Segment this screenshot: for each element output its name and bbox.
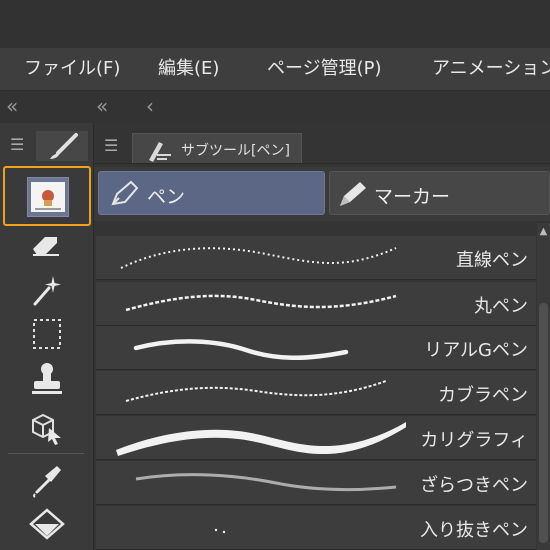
pen-nib-icon xyxy=(111,180,139,206)
menu-bar: ファイル(F) 編集(E) ページ管理(P) アニメーション( xyxy=(0,48,550,91)
scroll-thumb[interactable] xyxy=(539,303,548,543)
selection-tool[interactable] xyxy=(0,312,93,356)
subtool-list: 直線ペン 丸ペン リアルGペン カブラペン カリグラフィ ざらつきペン 入り抜き… xyxy=(94,226,537,550)
panel-collapse-row: « « ‹ xyxy=(0,91,550,123)
eyedropper-tool[interactable] xyxy=(0,458,93,502)
subtool-tab-row: ☰ サブツール[ペン] xyxy=(94,123,550,164)
stroke-preview xyxy=(133,339,349,361)
brush-icon xyxy=(50,133,78,159)
stroke-preview xyxy=(120,247,397,269)
title-bar xyxy=(0,0,550,48)
selected-tool-pen[interactable] xyxy=(3,166,91,226)
stamp-tool[interactable] xyxy=(0,356,93,400)
subtool-name: 丸ペン xyxy=(474,296,528,317)
subtool-group-row: ペン マーカー xyxy=(94,167,550,221)
subtool-name: 入り抜きペン xyxy=(420,520,528,541)
auto-select-wand-icon xyxy=(33,276,61,306)
subtool-panel: ☰ サブツール[ペン] ペン マーカー 直線ペン 丸ペン リアルGペン カブラペ… xyxy=(94,123,550,550)
subtool-name: 直線ペン xyxy=(456,250,528,271)
panel-menu-icon[interactable]: ☰ xyxy=(104,136,118,155)
selected-tool-inner xyxy=(27,177,69,217)
list-item[interactable]: リアルGペン xyxy=(96,326,536,370)
eraser-tool[interactable] xyxy=(0,222,93,266)
3d-object-operation-icon xyxy=(31,413,61,445)
back-chevron-icon[interactable]: ‹ xyxy=(146,95,154,117)
eyedropper-icon xyxy=(32,466,61,498)
scroll-up-icon[interactable]: ▲ xyxy=(538,225,549,239)
tab-subtool-pen[interactable]: サブツール[ペン] xyxy=(132,133,302,163)
tool-separator xyxy=(8,453,84,454)
menu-file[interactable]: ファイル(F) xyxy=(24,48,120,90)
stroke-preview xyxy=(125,380,387,402)
list-item[interactable]: 直線ペン xyxy=(96,236,536,280)
list-item[interactable]: ざらつきペン xyxy=(96,461,536,505)
stroke-preview xyxy=(135,473,397,492)
stroke-preview xyxy=(125,294,397,312)
selection-rect-icon xyxy=(32,319,61,349)
object-tool[interactable] xyxy=(0,406,93,450)
group-pen-button[interactable]: ペン xyxy=(98,171,325,215)
auto-select-tool[interactable] xyxy=(0,268,93,312)
tab-label: サブツール[ペン] xyxy=(181,143,290,159)
list-item[interactable]: 入り抜きペン xyxy=(96,506,536,550)
group-marker-label: マーカー xyxy=(374,186,451,208)
subtool-name: カリグラフィ xyxy=(420,430,528,451)
stroke-preview xyxy=(116,422,406,456)
subtool-name: カブラペン xyxy=(438,385,528,406)
subtool-name: リアルGペン xyxy=(424,340,528,361)
collapse-panel-icon[interactable]: « xyxy=(96,95,108,117)
menu-animation[interactable]: アニメーション( xyxy=(432,48,550,90)
stamp-icon xyxy=(31,363,62,394)
group-marker-button[interactable]: マーカー xyxy=(329,171,550,215)
fill-bucket-icon xyxy=(28,508,65,540)
collapse-left-icon[interactable]: « xyxy=(6,95,18,117)
subtool-name: ざらつきペン xyxy=(420,475,528,496)
pen-tab-icon xyxy=(149,142,171,162)
selected-tool-thumbnail xyxy=(31,182,65,212)
list-item[interactable]: カブラペン xyxy=(96,371,536,415)
stroke-preview xyxy=(214,528,226,534)
menu-icon[interactable]: ☰ xyxy=(10,135,24,154)
tool-palette-tab[interactable] xyxy=(36,131,88,161)
marker-icon xyxy=(340,182,366,206)
tool-palette-header: ☰ xyxy=(0,123,93,161)
subtool-scrollbar[interactable]: ▲ xyxy=(537,223,550,550)
list-item[interactable]: 丸ペン xyxy=(96,282,536,326)
group-pen-label: ペン xyxy=(147,186,186,208)
menu-page-management[interactable]: ページ管理(P) xyxy=(267,48,382,90)
list-item[interactable]: カリグラフィ xyxy=(96,416,536,460)
menu-edit[interactable]: 編集(E) xyxy=(158,48,219,90)
fill-tool[interactable] xyxy=(0,502,93,546)
eraser-icon xyxy=(32,237,59,256)
